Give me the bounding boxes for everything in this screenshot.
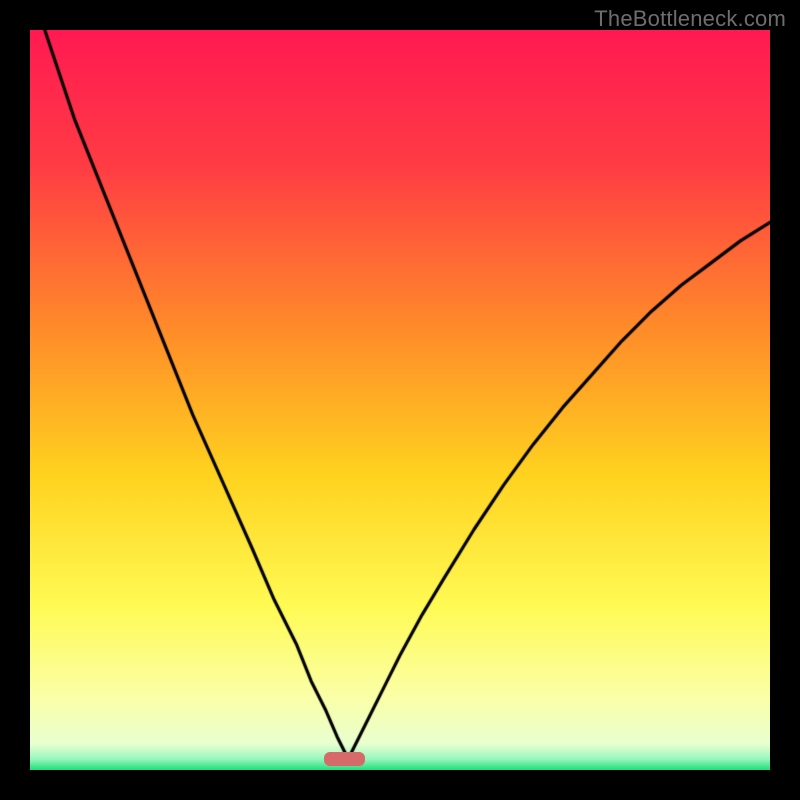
optimum-marker [324, 752, 365, 765]
bottleneck-curve [30, 30, 770, 770]
watermark-text: TheBottleneck.com [594, 6, 786, 32]
chart-frame [30, 30, 770, 770]
